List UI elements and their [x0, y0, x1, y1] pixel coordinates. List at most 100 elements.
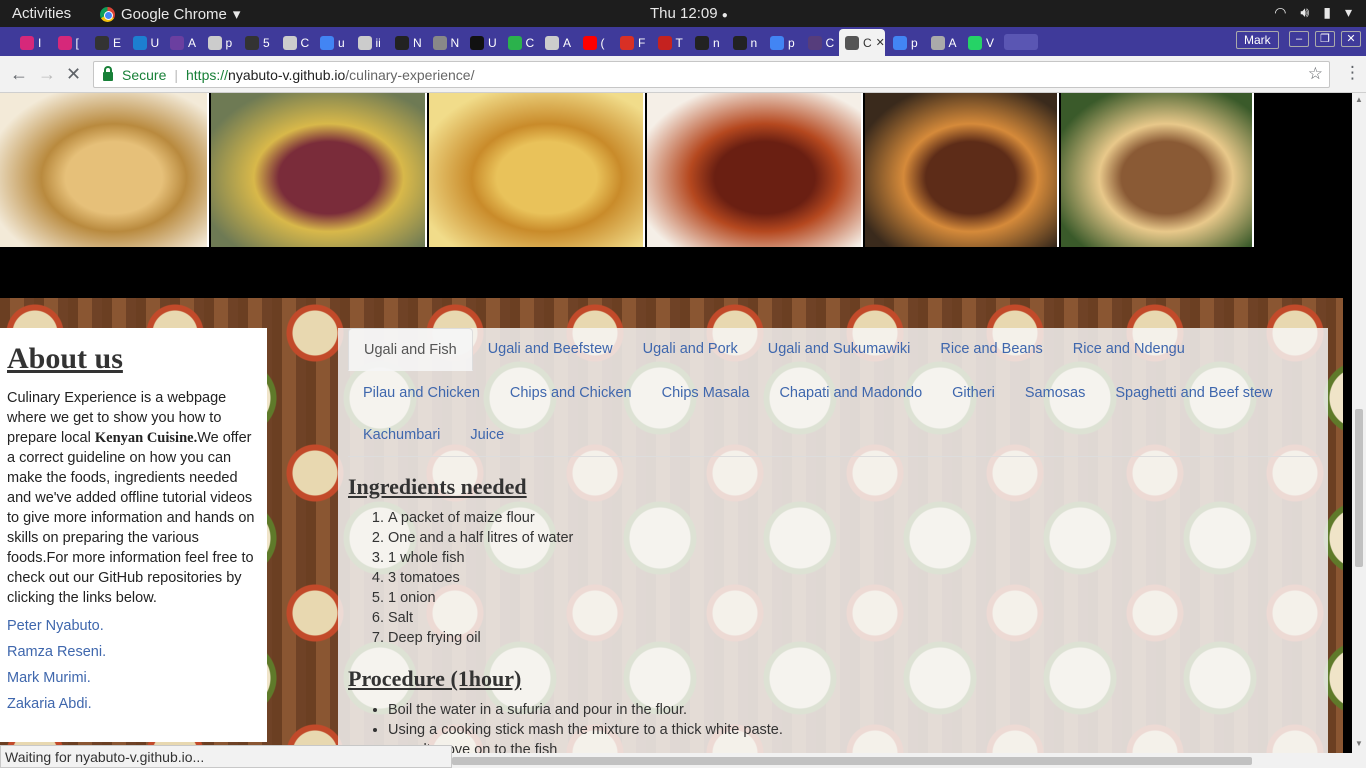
food-tab[interactable]: Ugali and Sukumawiki: [753, 328, 926, 371]
tab-label: C: [863, 35, 872, 50]
chips-image: [429, 93, 645, 247]
food-tab[interactable]: Chips and Chicken: [495, 372, 647, 413]
vertical-scrollbar[interactable]: ▲ ▼: [1352, 93, 1366, 753]
browser-tab[interactable]: I: [14, 29, 46, 56]
stop-loading-icon[interactable]: ✕: [66, 64, 81, 85]
close-tab-icon[interactable]: ✕: [876, 36, 885, 49]
favicon-icon: [282, 35, 297, 50]
chevron-down-icon: ▾: [232, 6, 241, 23]
tab-label: u: [338, 35, 345, 50]
browser-tab[interactable]: A: [164, 29, 196, 56]
food-tab[interactable]: Rice and Ndengu: [1058, 328, 1200, 371]
scroll-up-icon[interactable]: ▲: [1355, 95, 1363, 104]
samosas-image: [0, 93, 209, 247]
minimize-icon[interactable]: –: [1289, 31, 1309, 47]
food-tab[interactable]: Pilau and Chicken: [348, 372, 495, 413]
browser-tab[interactable]: n: [689, 29, 721, 56]
food-tab[interactable]: Juice: [455, 414, 519, 455]
browser-tab[interactable]: C: [277, 29, 309, 56]
browser-tab[interactable]: p: [887, 29, 919, 56]
forward-icon[interactable]: →: [38, 64, 56, 85]
profile-button[interactable]: Mark: [1236, 31, 1279, 49]
chrome-icon: [100, 6, 115, 22]
browser-tab[interactable]: A: [539, 29, 571, 56]
link-zakaria[interactable]: Zakaria Abdi.: [7, 696, 260, 712]
status-bubble: Waiting for nyabuto-v.github.io...: [0, 745, 452, 768]
food-tab[interactable]: Ugali and Pork: [628, 328, 753, 371]
volume-icon: 🔊︎: [1300, 4, 1310, 20]
scroll-thumb[interactable]: [452, 757, 1252, 765]
food-tabs: Ugali and Fish Ugali and Beefstew Ugali an…: [348, 328, 1318, 457]
tab-label: C: [300, 35, 309, 50]
link-peter[interactable]: Peter Nyabuto.: [7, 618, 260, 634]
browser-tab[interactable]: A: [925, 29, 957, 56]
favicon-icon: [930, 35, 945, 50]
horizontal-scrollbar[interactable]: [452, 753, 1366, 768]
favicon-icon: [132, 35, 147, 50]
browser-tab[interactable]: N: [389, 29, 421, 56]
browser-tab[interactable]: p: [202, 29, 234, 56]
app-name: Google Chrome: [121, 5, 227, 23]
browser-tab[interactable]: V: [962, 29, 994, 56]
browser-tab[interactable]: C: [802, 29, 834, 56]
browser-tab[interactable]: C ✕: [839, 29, 885, 56]
food-tab[interactable]: Ugali and Beefstew: [473, 328, 628, 371]
tab-label: n: [713, 35, 720, 50]
browser-tab[interactable]: T: [652, 29, 684, 56]
background-strip: [1328, 298, 1343, 753]
activities-button[interactable]: Activities: [12, 5, 71, 22]
food-tab[interactable]: Rice and Beans: [925, 328, 1057, 371]
back-icon[interactable]: ←: [10, 64, 28, 85]
app-menu[interactable]: Google Chrome ▾: [100, 5, 240, 23]
browser-tab[interactable]: N: [427, 29, 459, 56]
tab-label: I: [38, 35, 42, 50]
system-tray[interactable]: ◠ 🔊︎ ▮ ▾: [1274, 4, 1352, 21]
tab-label: 5: [263, 35, 270, 50]
scroll-down-icon[interactable]: ▼: [1355, 739, 1363, 748]
favicon-icon: [320, 35, 334, 50]
tab-label: U: [488, 35, 496, 50]
browser-tab[interactable]: n: [727, 29, 759, 56]
ingredient-item: One and a half litres of water: [388, 528, 1318, 548]
favicon-icon: [582, 35, 597, 50]
battery-icon: ▮: [1323, 4, 1331, 20]
link-ramza[interactable]: Ramza Reseni.: [7, 644, 260, 660]
food-tab[interactable]: Samosas: [1010, 372, 1100, 413]
browser-tab[interactable]: p: [764, 29, 796, 56]
browser-tab[interactable]: E: [89, 29, 121, 56]
food-tab[interactable]: Kachumbari: [348, 414, 455, 455]
browser-tab[interactable]: U: [127, 29, 159, 56]
favicon-icon: [245, 35, 259, 50]
restore-icon[interactable]: ❐: [1315, 31, 1335, 47]
food-tab[interactable]: Chapati and Madondo: [764, 372, 937, 413]
tab-label: A: [948, 35, 957, 50]
favicon-icon: [893, 35, 907, 50]
bookmark-star-icon[interactable]: ☆: [1308, 64, 1323, 84]
favicon-icon: [207, 35, 222, 50]
clock[interactable]: Thu 12:09 ●: [650, 5, 728, 22]
close-window-icon[interactable]: ✕: [1341, 31, 1361, 47]
lock-icon: [103, 66, 113, 81]
ugali-plate-image: [211, 93, 427, 247]
browser-tab[interactable]: (: [577, 29, 609, 56]
favicon-icon: [57, 35, 72, 50]
browser-toolbar: ← → ✕ Secure | https://nyabuto-v.github.…: [0, 56, 1366, 93]
browser-tab[interactable]: ii: [352, 29, 384, 56]
scroll-thumb[interactable]: [1355, 409, 1363, 567]
browser-tab[interactable]: C: [502, 29, 534, 56]
link-mark[interactable]: Mark Murimi.: [7, 670, 260, 686]
browser-tab[interactable]: 5: [239, 29, 271, 56]
food-tab[interactable]: Chips Masala: [647, 372, 765, 413]
food-tab[interactable]: Spaghetti and Beef stew: [1100, 372, 1287, 413]
browser-tab[interactable]: u: [314, 29, 346, 56]
food-tab[interactable]: Githeri: [937, 372, 1010, 413]
browser-tab[interactable]: F: [614, 29, 646, 56]
address-bar[interactable]: Secure | https://nyabuto-v.github.io/cul…: [93, 61, 1330, 88]
ingredient-item: 1 onion: [388, 588, 1318, 608]
menu-icon[interactable]: ⋮: [1344, 63, 1361, 83]
food-tab[interactable]: Ugali and Fish: [348, 328, 473, 371]
browser-tab[interactable]: U: [464, 29, 496, 56]
tab-label: p: [225, 35, 233, 50]
new-tab-button[interactable]: [1003, 34, 1038, 50]
browser-tab[interactable]: [: [52, 29, 84, 56]
